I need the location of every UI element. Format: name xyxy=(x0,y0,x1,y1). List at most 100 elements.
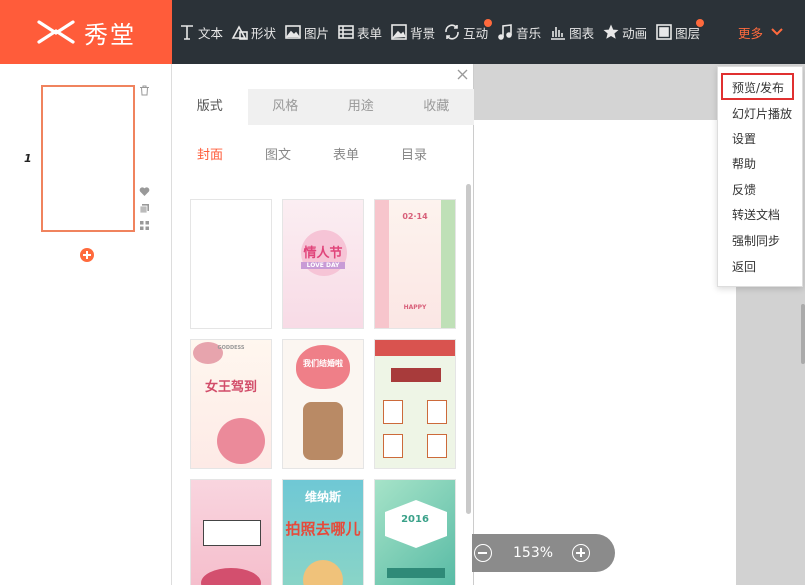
subtab-cover[interactable]: 封面 xyxy=(176,144,244,163)
interact-icon xyxy=(445,24,459,40)
toolbar-image-button[interactable]: 图片 xyxy=(284,0,329,64)
toolbar-form-label: 表单 xyxy=(357,25,383,41)
menu-item-back[interactable]: 返回 xyxy=(732,258,756,275)
toolbar-chart-label: 图表 xyxy=(569,25,595,41)
template-card[interactable]: 02·14 HAPPY xyxy=(374,199,456,329)
template-decoration xyxy=(427,400,447,424)
chevron-down-icon xyxy=(771,28,783,36)
notification-dot xyxy=(696,19,705,27)
template-card-title: 2016 xyxy=(401,514,429,525)
menu-item-force-sync[interactable]: 强制同步 xyxy=(732,232,780,249)
toolbar-image-label: 图片 xyxy=(304,25,330,41)
template-decoration xyxy=(427,434,447,458)
template-card-title: 情人节 xyxy=(303,246,343,261)
template-decoration xyxy=(387,568,445,578)
toolbar-chart-button[interactable]: 图表 xyxy=(549,0,594,64)
main-toolbar: 文本 形状 图片 表单 背景 互动 音乐 图表 动画 图层 xyxy=(172,0,705,64)
close-icon[interactable] xyxy=(457,69,468,80)
template-decoration xyxy=(201,568,261,585)
page-list-panel: 1 xyxy=(0,64,172,585)
top-bar: 秀堂 文本 形状 图片 表单 背景 互动 音乐 图表 动画 图层 更多 xyxy=(0,0,805,64)
menu-item-help[interactable]: 帮助 xyxy=(732,155,756,172)
drag-handle-icon[interactable] xyxy=(139,220,150,231)
toolbar-animation-button[interactable]: 动画 xyxy=(602,0,647,64)
template-card-title: 维纳斯 xyxy=(304,490,341,504)
template-panel: 版式 风格 用途 收藏 封面 图文 表单 目录 情人节 LOVE DAY 02·… xyxy=(172,64,474,585)
template-decoration xyxy=(303,560,343,585)
toolbar-background-button[interactable]: 背景 xyxy=(390,0,435,64)
toolbar-interact-button[interactable]: 互动 xyxy=(443,0,493,64)
page-number: 1 xyxy=(24,152,32,165)
template-decoration xyxy=(203,520,261,546)
template-decoration xyxy=(383,400,403,424)
template-card-sub: 拍照去哪儿 xyxy=(285,520,361,538)
more-label: 更多 xyxy=(738,25,764,41)
template-card-sub: GODDESS xyxy=(217,345,245,351)
toolbar-background-label: 背景 xyxy=(410,25,436,41)
logo-text: 秀堂 xyxy=(84,20,136,49)
page-thumbnail[interactable] xyxy=(41,85,135,232)
logo-icon xyxy=(37,20,75,44)
menu-item-slideshow[interactable]: 幻灯片播放 xyxy=(732,105,792,122)
layer-icon xyxy=(656,24,672,40)
subtab-image-text[interactable]: 图文 xyxy=(244,144,312,163)
template-scrollbar[interactable] xyxy=(466,184,471,514)
template-subtabs: 封面 图文 表单 目录 xyxy=(172,144,474,163)
zoom-value: 153% xyxy=(513,545,554,561)
template-card-blank[interactable] xyxy=(190,199,272,329)
template-card[interactable]: 我们结婚啦 xyxy=(282,339,364,469)
image-icon xyxy=(285,25,301,39)
tab-layout[interactable]: 版式 xyxy=(172,89,248,125)
notification-dot xyxy=(484,19,493,27)
menu-item-transfer[interactable]: 转送文档 xyxy=(732,206,780,223)
template-decoration xyxy=(375,340,455,356)
template-card[interactable]: 维纳斯 拍照去哪儿 xyxy=(282,479,364,585)
heart-icon[interactable] xyxy=(139,186,150,197)
template-decoration xyxy=(383,434,403,458)
toolbar-layer-button[interactable]: 图层 xyxy=(655,0,705,64)
zoom-in-button[interactable] xyxy=(572,544,591,562)
shape-icon xyxy=(231,25,248,40)
tab-style[interactable]: 风格 xyxy=(248,89,324,125)
text-icon xyxy=(181,25,193,40)
toolbar-text-button[interactable]: 文本 xyxy=(178,0,223,64)
logo[interactable]: 秀堂 xyxy=(0,0,172,64)
zoom-out-button[interactable] xyxy=(474,544,492,562)
template-card[interactable]: 2016 xyxy=(374,479,456,585)
canvas-page[interactable] xyxy=(474,120,736,585)
background-icon xyxy=(391,24,407,40)
template-card-title: 女王驾到 xyxy=(204,380,257,395)
toolbar-animation-label: 动画 xyxy=(622,25,648,41)
toolbar-form-button[interactable]: 表单 xyxy=(337,0,382,64)
template-card[interactable] xyxy=(190,479,272,585)
menu-item-settings[interactable]: 设置 xyxy=(732,130,756,147)
more-menu-button[interactable]: 更多 xyxy=(738,0,783,64)
subtab-form[interactable]: 表单 xyxy=(312,144,380,163)
template-card-title: 02·14 xyxy=(402,212,428,221)
template-card-sub: HAPPY xyxy=(403,304,427,311)
menu-item-preview-publish[interactable]: 预览/发布 xyxy=(732,79,784,96)
chart-icon xyxy=(551,27,566,40)
template-decoration xyxy=(217,418,265,464)
tab-favorites[interactable]: 收藏 xyxy=(399,89,475,125)
template-card[interactable]: GODDESS 女王驾到 xyxy=(190,339,272,469)
template-decoration xyxy=(303,402,343,460)
template-decoration xyxy=(391,368,441,382)
tab-purpose[interactable]: 用途 xyxy=(323,89,399,125)
template-card[interactable] xyxy=(374,339,456,469)
menu-item-feedback[interactable]: 反馈 xyxy=(732,181,756,198)
copy-icon[interactable] xyxy=(139,203,150,214)
toolbar-shape-button[interactable]: 形状 xyxy=(231,0,276,64)
canvas-scrollbar[interactable] xyxy=(801,304,805,364)
toolbar-music-label: 音乐 xyxy=(516,25,542,41)
template-card-sub: LOVE DAY xyxy=(301,262,345,269)
star-icon xyxy=(603,24,619,39)
trash-icon[interactable] xyxy=(139,85,150,96)
template-tabs: 版式 风格 用途 收藏 xyxy=(172,89,474,125)
form-icon xyxy=(338,25,354,39)
toolbar-music-button[interactable]: 音乐 xyxy=(496,0,541,64)
music-icon xyxy=(498,24,512,40)
template-card[interactable]: 情人节 LOVE DAY xyxy=(282,199,364,329)
add-page-icon[interactable] xyxy=(80,248,94,262)
subtab-toc[interactable]: 目录 xyxy=(380,144,448,163)
